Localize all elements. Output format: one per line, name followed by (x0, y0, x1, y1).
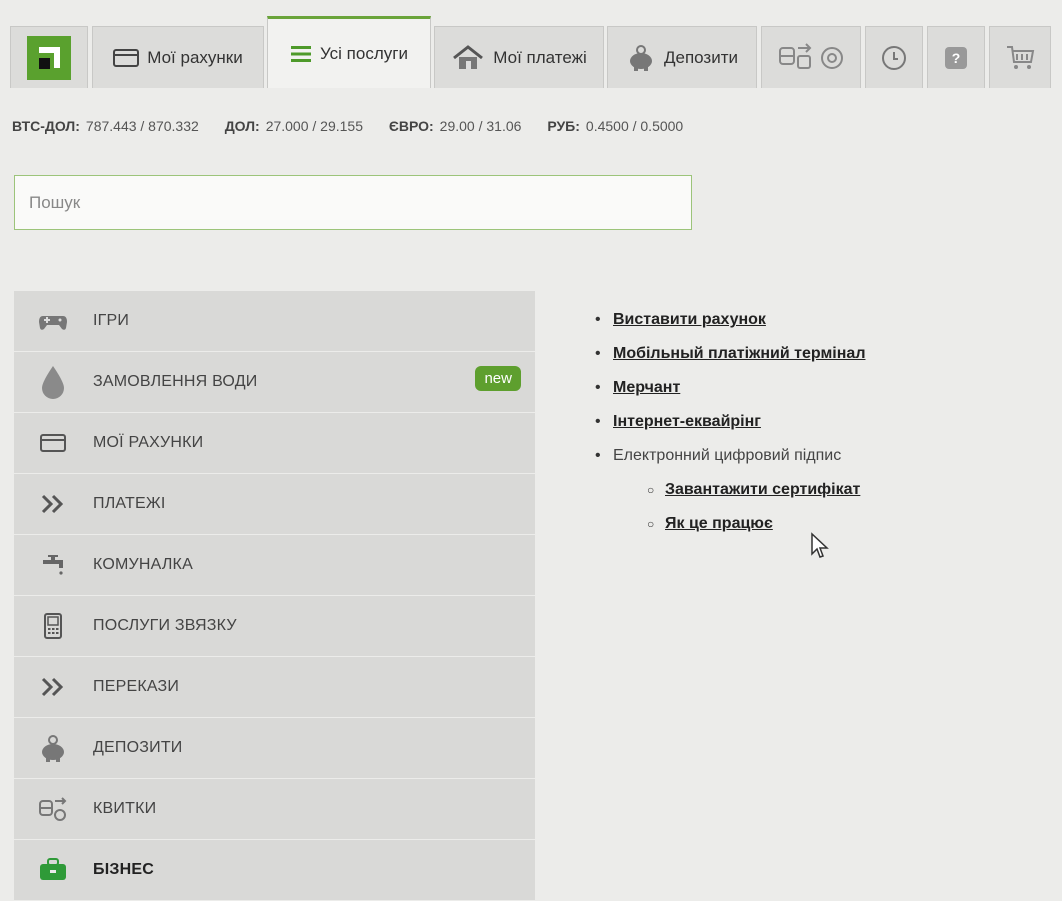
tab-label: Мої платежі (493, 47, 587, 67)
home-logo-tab[interactable] (10, 26, 88, 88)
house-icon (451, 44, 485, 71)
piggy-bank-icon (30, 728, 76, 768)
tab-history[interactable] (865, 26, 923, 88)
tickets-icon (30, 789, 76, 829)
mouse-cursor-icon (810, 532, 830, 565)
tab-all-services[interactable]: Усі послуги (267, 16, 431, 88)
new-badge: new (475, 366, 521, 391)
piggy-bank-icon (626, 44, 656, 71)
category-label: ПЛАТЕЖІ (93, 495, 166, 512)
top-tab-bar: Мої рахунки Усі послуги Мої платежі Депо… (0, 0, 1062, 95)
rate-usd: ДОЛ: 27.000 / 29.155 (224, 118, 363, 134)
category-tickets[interactable]: КВИТКИ (14, 779, 535, 840)
category-games[interactable]: ІГРИ (14, 291, 535, 352)
rate-btc-usd: ВТС-ДОЛ: 787.443 / 870.332 (12, 118, 199, 134)
briefcase-icon (30, 850, 76, 890)
tab-help[interactable]: ? (927, 26, 985, 88)
tab-tickets[interactable] (761, 26, 861, 88)
search-input[interactable] (14, 175, 692, 230)
category-utilities[interactable]: КОМУНАЛКА (14, 535, 535, 596)
category-label: ДЕПОЗИТИ (93, 739, 183, 756)
how-it-works-link[interactable]: Як це працює (665, 515, 773, 532)
exchange-rates: ВТС-ДОЛ: 787.443 / 870.332 ДОЛ: 27.000 / 2… (12, 118, 705, 134)
train-plane-icon (778, 42, 814, 74)
category-list: ІГРИ ЗАМОВЛЕННЯ ВОДИ new МОЇ РАХУНКИ ПЛА… (14, 291, 535, 901)
category-my-accounts[interactable]: МОЇ РАХУНКИ (14, 413, 535, 474)
internet-acquiring-link[interactable]: Інтернет-еквайрінг (613, 413, 761, 430)
mobile-terminal-link[interactable]: Мобільный платіжний термінал (613, 345, 865, 362)
download-certificate-link[interactable]: Завантажити сертифікат (665, 481, 860, 498)
rate-eur: ЄВРО: 29.00 / 31.06 (388, 118, 522, 134)
category-label: МОЇ РАХУНКИ (93, 434, 204, 451)
list-item: Мерчант (595, 378, 865, 398)
list-icon (290, 44, 312, 64)
invoice-link[interactable]: Виставити рахунок (613, 311, 766, 328)
rate-rub: РУБ: 0.4500 / 0.5000 (547, 118, 684, 134)
category-water-order[interactable]: ЗАМОВЛЕННЯ ВОДИ new (14, 352, 535, 413)
business-services-links: Виставити рахунок Мобільный платіжний те… (595, 310, 865, 548)
list-item: Мобільный платіжний термінал (595, 344, 865, 364)
list-item: Завантажити сертифікат (647, 480, 865, 500)
tab-my-accounts[interactable]: Мої рахунки (92, 26, 264, 88)
faucet-icon (30, 545, 76, 585)
list-item: Інтернет-еквайрінг (595, 412, 865, 432)
category-label: ЗАМОВЛЕННЯ ВОДИ (93, 373, 258, 390)
category-label: ПОСЛУГИ ЗВЯЗКУ (93, 617, 237, 634)
tab-my-payments[interactable]: Мої платежі (434, 26, 604, 88)
tab-deposits[interactable]: Депозити (607, 26, 757, 88)
category-label: КОМУНАЛКА (93, 556, 193, 573)
tab-label: Усі послуги (320, 43, 408, 63)
help-icon: ? (945, 46, 967, 69)
digital-signature-label: Електронний цифровий підпис (613, 447, 842, 464)
water-drop-icon (30, 362, 76, 402)
list-item: Як це працює (647, 514, 865, 534)
history-icon (880, 44, 908, 72)
list-item: Виставити рахунок (595, 310, 865, 330)
category-payments[interactable]: ПЛАТЕЖІ (14, 474, 535, 535)
privatbank-logo (27, 35, 71, 80)
card-icon (30, 423, 76, 463)
lifebuoy-icon (820, 46, 844, 70)
category-label: БІЗНЕС (93, 861, 154, 878)
category-business[interactable]: БІЗНЕС (14, 840, 535, 901)
gamepad-icon (30, 301, 76, 341)
card-icon (113, 48, 140, 67)
list-item: Електронний цифровий підпис Завантажити … (595, 446, 865, 534)
tab-cart[interactable] (989, 26, 1051, 88)
category-label: ПЕРЕКАЗИ (93, 678, 180, 695)
chevrons-icon (30, 484, 76, 524)
svg-text:?: ? (952, 50, 961, 66)
tab-label: Депозити (663, 47, 738, 67)
merchant-link[interactable]: Мерчант (613, 379, 680, 396)
category-label: ІГРИ (93, 312, 130, 329)
chevrons-icon (30, 667, 76, 707)
category-telecom[interactable]: ПОСЛУГИ ЗВЯЗКУ (14, 596, 535, 657)
category-label: КВИТКИ (93, 800, 157, 817)
category-transfers[interactable]: ПЕРЕКАЗИ (14, 657, 535, 718)
phone-icon (30, 606, 76, 646)
cart-icon (1005, 44, 1035, 72)
tab-label: Мої рахунки (147, 47, 243, 67)
category-deposits[interactable]: ДЕПОЗИТИ (14, 718, 535, 779)
